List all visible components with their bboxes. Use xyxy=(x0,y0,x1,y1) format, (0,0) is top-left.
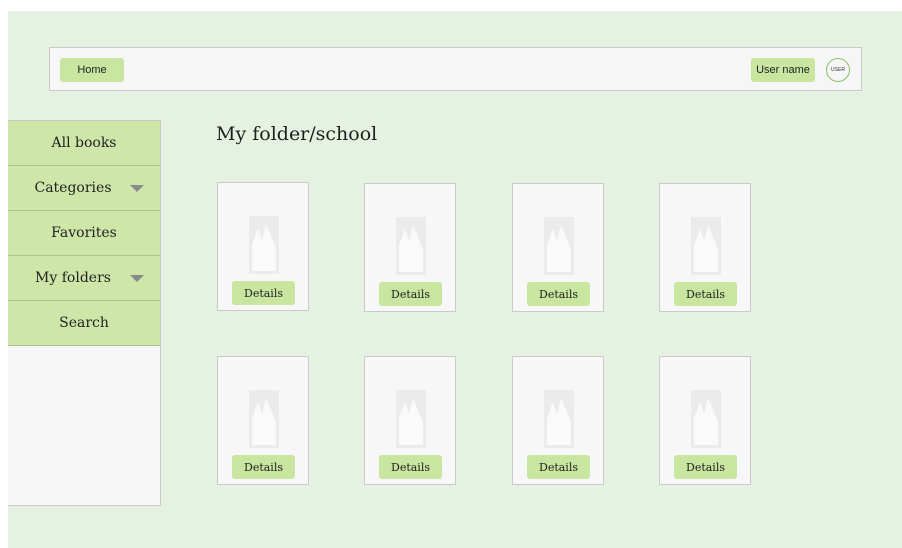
image-placeholder-icon xyxy=(544,390,574,448)
book-card[interactable]: Details xyxy=(217,182,309,311)
details-button[interactable]: Details xyxy=(379,282,442,306)
book-card[interactable]: Details xyxy=(217,356,309,485)
details-button[interactable]: Details xyxy=(527,455,590,479)
page-title: My folder/school xyxy=(216,123,378,145)
user-name-button[interactable]: User name xyxy=(751,58,815,82)
sidebar-item-categories[interactable]: Categories xyxy=(8,166,160,211)
book-card[interactable]: Details xyxy=(512,183,604,312)
sidebar-item-favorites[interactable]: Favorites xyxy=(8,211,160,256)
sidebar-item-label: Categories xyxy=(34,180,112,196)
sidebar-item-search[interactable]: Search xyxy=(8,301,160,346)
home-button[interactable]: Home xyxy=(60,58,124,82)
image-placeholder-icon xyxy=(249,390,279,448)
image-placeholder-icon xyxy=(691,217,721,275)
book-card[interactable]: Details xyxy=(659,183,751,312)
details-button[interactable]: Details xyxy=(674,282,737,306)
sidebar-item-label: Search xyxy=(59,315,109,331)
details-button[interactable]: Details xyxy=(674,455,737,479)
sidebar-item-label: My folders xyxy=(35,270,111,286)
sidebar-item-my-folders[interactable]: My folders xyxy=(8,256,160,301)
image-placeholder-icon xyxy=(249,216,279,274)
image-placeholder-icon xyxy=(396,390,426,448)
details-button[interactable]: Details xyxy=(379,455,442,479)
avatar[interactable]: USER xyxy=(826,58,850,82)
book-card[interactable]: Details xyxy=(364,183,456,312)
chevron-down-icon[interactable] xyxy=(130,185,144,192)
book-card[interactable]: Details xyxy=(659,356,751,485)
image-placeholder-icon xyxy=(691,390,721,448)
sidebar-item-all-books[interactable]: All books xyxy=(8,121,160,166)
sidebar: All books Categories Favorites My folder… xyxy=(8,120,161,506)
book-card[interactable]: Details xyxy=(364,356,456,485)
details-button[interactable]: Details xyxy=(232,455,295,479)
chevron-down-icon[interactable] xyxy=(130,275,144,282)
details-button[interactable]: Details xyxy=(232,281,295,305)
image-placeholder-icon xyxy=(544,217,574,275)
sidebar-item-label: All books xyxy=(51,135,117,151)
sidebar-item-label: Favorites xyxy=(51,225,117,241)
image-placeholder-icon xyxy=(396,217,426,275)
book-card[interactable]: Details xyxy=(512,356,604,485)
details-button[interactable]: Details xyxy=(527,282,590,306)
top-bar: Home User name USER xyxy=(49,47,862,91)
